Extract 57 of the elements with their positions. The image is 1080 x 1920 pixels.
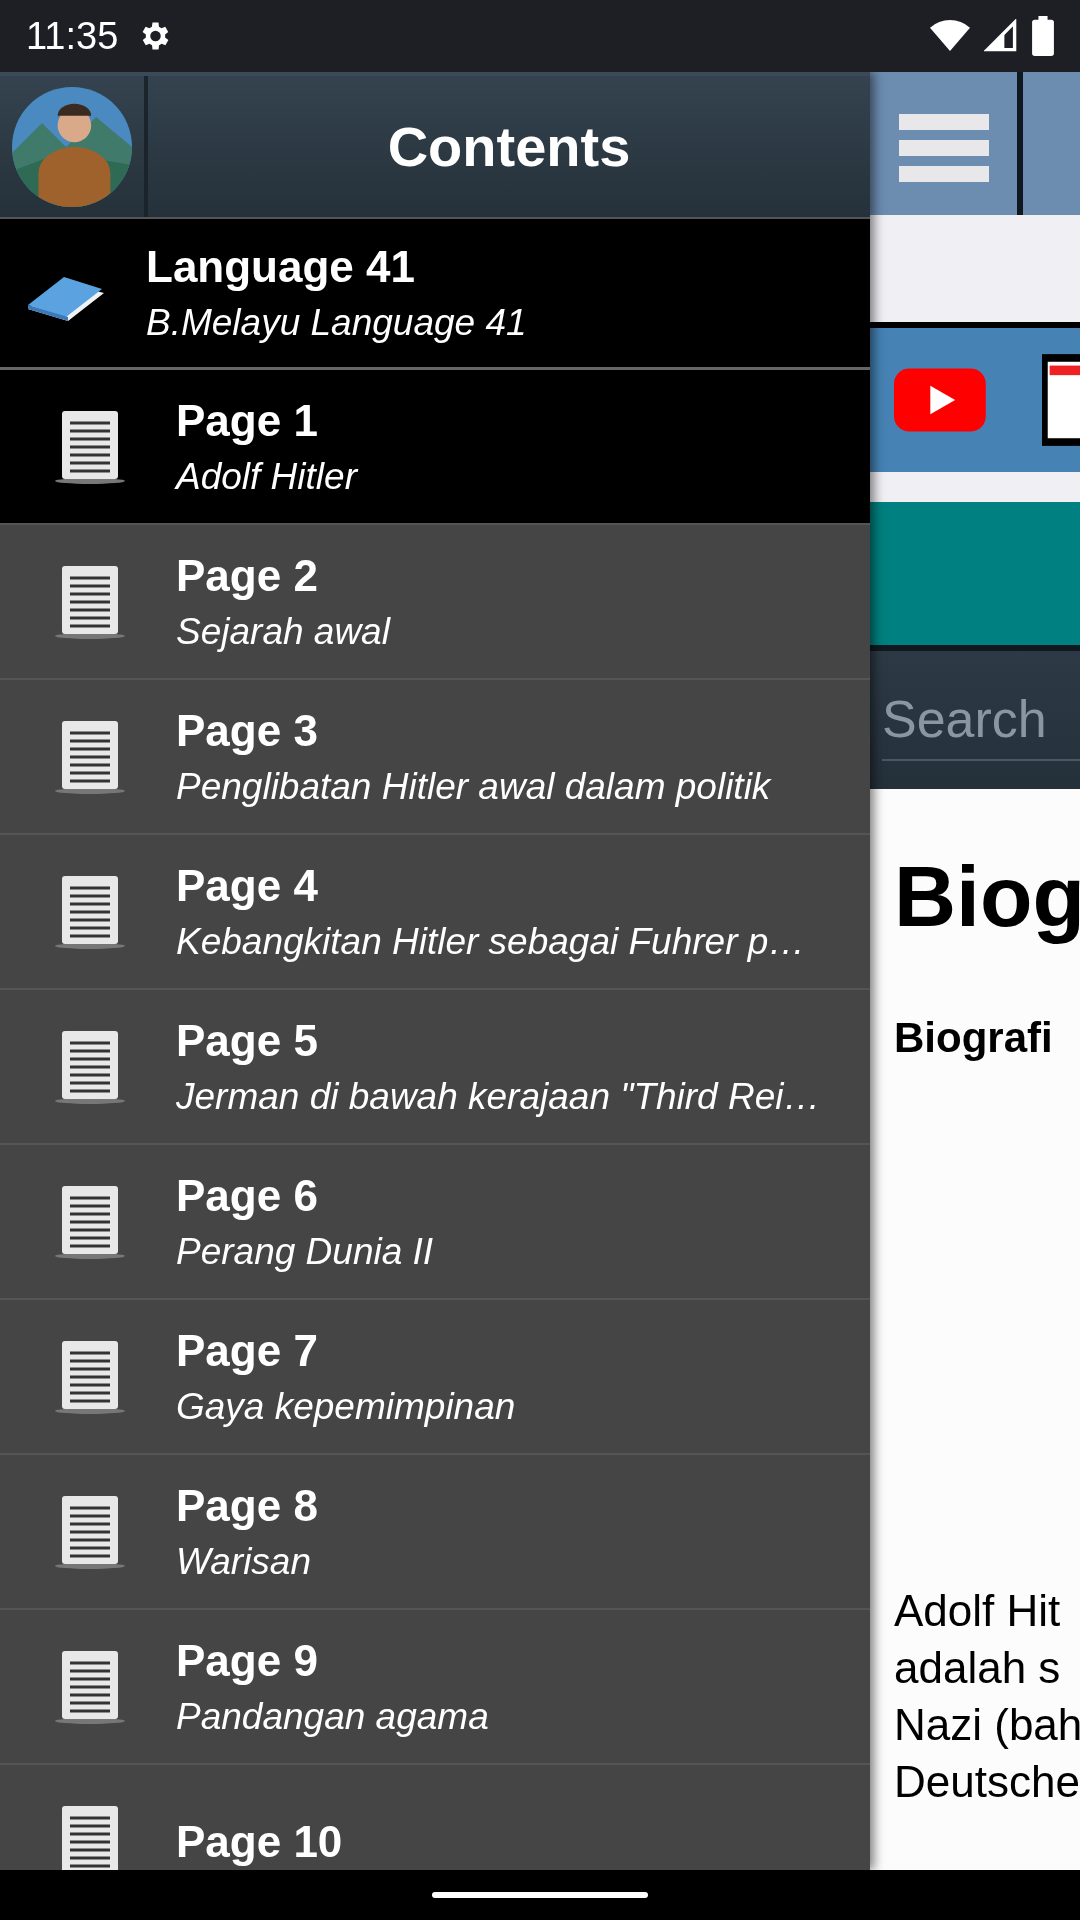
page-item[interactable]: Page 2 Sejarah awal bbox=[0, 525, 870, 680]
page-subtitle: Perang Dunia II bbox=[176, 1230, 434, 1273]
search-field[interactable]: Search bbox=[870, 651, 1080, 789]
page-subtitle: Adolf Hitler bbox=[176, 455, 357, 498]
language-item[interactable]: Language 41 B.Melayu Language 41 bbox=[0, 217, 870, 370]
page-subtitle: Jerman di bawah kerajaan "Third Rei… bbox=[176, 1075, 821, 1118]
document-icon bbox=[54, 718, 126, 795]
page-subtitle: Sejarah awal bbox=[176, 610, 390, 653]
signal-icon bbox=[984, 19, 1018, 53]
document-icon bbox=[54, 1338, 126, 1415]
article-heading: Biog bbox=[894, 849, 1080, 944]
page-title: Page 7 bbox=[176, 1325, 319, 1376]
page-subtitle: Penglibatan Hitler awal dalam politik bbox=[176, 765, 771, 808]
menu-button[interactable] bbox=[870, 72, 1017, 215]
page-subtitle: Warisan bbox=[176, 1540, 313, 1583]
document-icon bbox=[54, 1648, 126, 1725]
page-title: Page 8 bbox=[176, 1480, 318, 1531]
page-item[interactable]: Page 1 Adolf Hitler bbox=[0, 370, 870, 525]
page-title: Page 2 bbox=[176, 550, 319, 601]
document-icon bbox=[54, 408, 126, 485]
page-item[interactable]: Page 3 Penglibatan Hitler awal dalam politik bbox=[0, 680, 870, 835]
page-item[interactable]: Page 10 bbox=[0, 1765, 870, 1870]
page-item[interactable]: Page 4 Kebangkitan Hitler sebagai Fuhrer p… bbox=[0, 835, 870, 990]
page-item[interactable]: Page 8 Warisan bbox=[0, 1455, 870, 1610]
wifi-icon bbox=[930, 19, 970, 53]
language-subtitle: B.Melayu Language 41 bbox=[146, 302, 527, 344]
article-text: Adolf Hit bbox=[894, 1584, 1062, 1637]
drawer-title: Contents bbox=[386, 114, 632, 180]
document-icon bbox=[54, 1183, 126, 1260]
article-text: Nazi (bah bbox=[894, 1698, 1080, 1751]
video-play-icon[interactable] bbox=[894, 367, 986, 433]
article-text: adalah s bbox=[894, 1641, 1062, 1694]
page-subtitle: Pandangan agama bbox=[176, 1695, 489, 1738]
page-title: Page 5 bbox=[176, 1015, 319, 1066]
page-subtitle: Kebangkitan Hitler sebagai Fuhrer p… bbox=[176, 920, 806, 963]
page-item[interactable]: Page 9 Pandangan agama bbox=[0, 1610, 870, 1765]
document-icon bbox=[54, 1493, 126, 1570]
document-thumbnail-icon[interactable] bbox=[1041, 352, 1080, 448]
page-item[interactable]: Page 7 Gaya kepemimpinan bbox=[0, 1300, 870, 1455]
article-subheading: Biografi bbox=[894, 1013, 1054, 1062]
page-title: Page 1 bbox=[176, 395, 319, 446]
page-item[interactable]: Page 5 Jerman di bawah kerajaan "Third Rei… bbox=[0, 990, 870, 1145]
page-subtitle: Gaya kepemimpinan bbox=[176, 1385, 516, 1428]
language-title: Language 41 bbox=[146, 242, 416, 292]
document-icon bbox=[54, 873, 126, 950]
clock: 11:35 bbox=[26, 14, 119, 58]
page-title: Page 4 bbox=[176, 860, 319, 911]
document-icon bbox=[54, 563, 126, 640]
page-title: Page 6 bbox=[176, 1170, 319, 1221]
battery-icon bbox=[1032, 16, 1054, 56]
document-icon bbox=[54, 1028, 126, 1105]
page-title: Page 3 bbox=[176, 705, 319, 756]
page-item[interactable]: Page 6 Perang Dunia II bbox=[0, 1145, 870, 1300]
article-text: Deutsche bbox=[894, 1755, 1080, 1808]
home-handle[interactable] bbox=[432, 1892, 648, 1898]
page-title: Page 9 bbox=[176, 1635, 319, 1686]
page-title: Page 10 bbox=[176, 1816, 343, 1867]
